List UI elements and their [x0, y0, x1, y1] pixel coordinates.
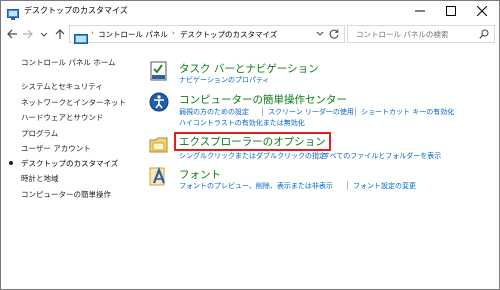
shortcut-keys-link[interactable]: ショートカット キーの有効化	[361, 107, 454, 117]
folder-options-icon	[149, 135, 169, 155]
sidebar-home-link[interactable]: コントロール パネル ホーム	[21, 57, 116, 68]
arrow-right-icon	[23, 29, 33, 39]
close-button[interactable]	[467, 1, 497, 22]
address-bar[interactable]: › コントロール パネル › デスクトップのカスタマイズ	[69, 25, 345, 44]
high-contrast-link[interactable]: ハイコントラストの有効化または無効化	[179, 118, 305, 128]
sidebar-item-personalization[interactable]: デスクトップのカスタマイズ	[21, 158, 118, 169]
minimize-icon	[415, 10, 425, 12]
control-panel-window: デスクトップのカスタマイズ › コントロール パネル › デスクトップのカスタマ…	[0, 0, 500, 290]
explorer-options-title[interactable]: エクスプローラーのオプション	[174, 132, 331, 151]
control-panel-app-icon	[7, 5, 19, 20]
link-separator	[355, 107, 356, 116]
show-all-files-link[interactable]: すべてのファイルとフォルダーを表示	[323, 151, 441, 161]
link-separator	[317, 151, 318, 160]
arrow-left-icon	[7, 29, 17, 39]
link-separator	[262, 107, 263, 116]
search-placeholder: コントロール パネルの検索	[356, 30, 449, 39]
close-icon	[477, 6, 487, 16]
maximize-button[interactable]	[436, 1, 466, 22]
chevron-down-icon[interactable]	[316, 31, 324, 37]
search-icon	[479, 29, 489, 39]
sidebar-item-programs[interactable]: プログラム	[21, 128, 58, 139]
sidebar-item-user-accounts[interactable]: ユーザー アカウント	[21, 143, 91, 154]
font-icon	[149, 166, 169, 187]
font-settings-link[interactable]: フォント設定の変更	[353, 181, 416, 191]
sidebar-item-network-internet[interactable]: ネットワークとインターネット	[21, 97, 126, 108]
sidebar-item-ease-of-access[interactable]: コンピューターの簡単操作	[21, 189, 111, 200]
screen-reader-link[interactable]: スクリーン リーダーの使用	[268, 107, 354, 117]
category-title[interactable]: コンピューターの簡単操作センター	[179, 92, 347, 107]
active-item-bullet	[9, 161, 13, 165]
taskbar-icon	[149, 61, 169, 81]
arrow-up-icon	[55, 29, 65, 39]
control-panel-icon	[74, 29, 88, 44]
font-preview-link[interactable]: フォントのプレビュー、削除、表示または非表示	[179, 181, 333, 191]
ease-of-access-icon	[149, 92, 169, 112]
chevron-down-icon	[40, 32, 48, 37]
back-button[interactable]	[5, 26, 19, 42]
link-separator	[347, 181, 348, 190]
category-title[interactable]: フォント	[179, 167, 221, 182]
breadcrumb-separator-icon: ›	[172, 29, 175, 37]
window-title: デスクトップのカスタマイズ	[24, 6, 128, 15]
low-vision-settings-link[interactable]: 弱視の方のための設定	[179, 107, 249, 117]
single-double-click-link[interactable]: シングルクリックまたはダブルクリックの指定	[179, 151, 326, 161]
sidebar: コントロール パネル ホーム システムとセキュリティ ネットワークとインターネッ…	[1, 49, 141, 289]
sidebar-item-system-security[interactable]: システムとセキュリティ	[21, 81, 103, 92]
forward-button[interactable]	[21, 26, 35, 42]
sidebar-item-hardware-sound[interactable]: ハードウェアとサウンド	[21, 112, 103, 123]
navigation-properties-link[interactable]: ナビゲーションのプロパティ	[179, 75, 269, 85]
category-title[interactable]: タスク バーとナビゲーション	[179, 61, 319, 76]
sidebar-item-clock-region[interactable]: 時計と地域	[21, 173, 59, 184]
search-box[interactable]: コントロール パネルの検索	[347, 25, 495, 43]
breadcrumb-personalization[interactable]: デスクトップのカスタマイズ	[180, 29, 277, 40]
title-bar[interactable]: デスクトップのカスタマイズ	[1, 1, 499, 22]
navigation-bar: › コントロール パネル › デスクトップのカスタマイズ コントロール パネルの…	[1, 24, 499, 44]
breadcrumb-separator-icon: ›	[91, 29, 94, 37]
breadcrumb-control-panel[interactable]: コントロール パネル	[98, 29, 168, 40]
up-button[interactable]	[53, 26, 67, 42]
refresh-icon[interactable]	[328, 28, 340, 40]
minimize-button[interactable]	[405, 1, 435, 22]
recent-locations-button[interactable]	[37, 26, 51, 42]
maximize-icon	[446, 6, 456, 16]
